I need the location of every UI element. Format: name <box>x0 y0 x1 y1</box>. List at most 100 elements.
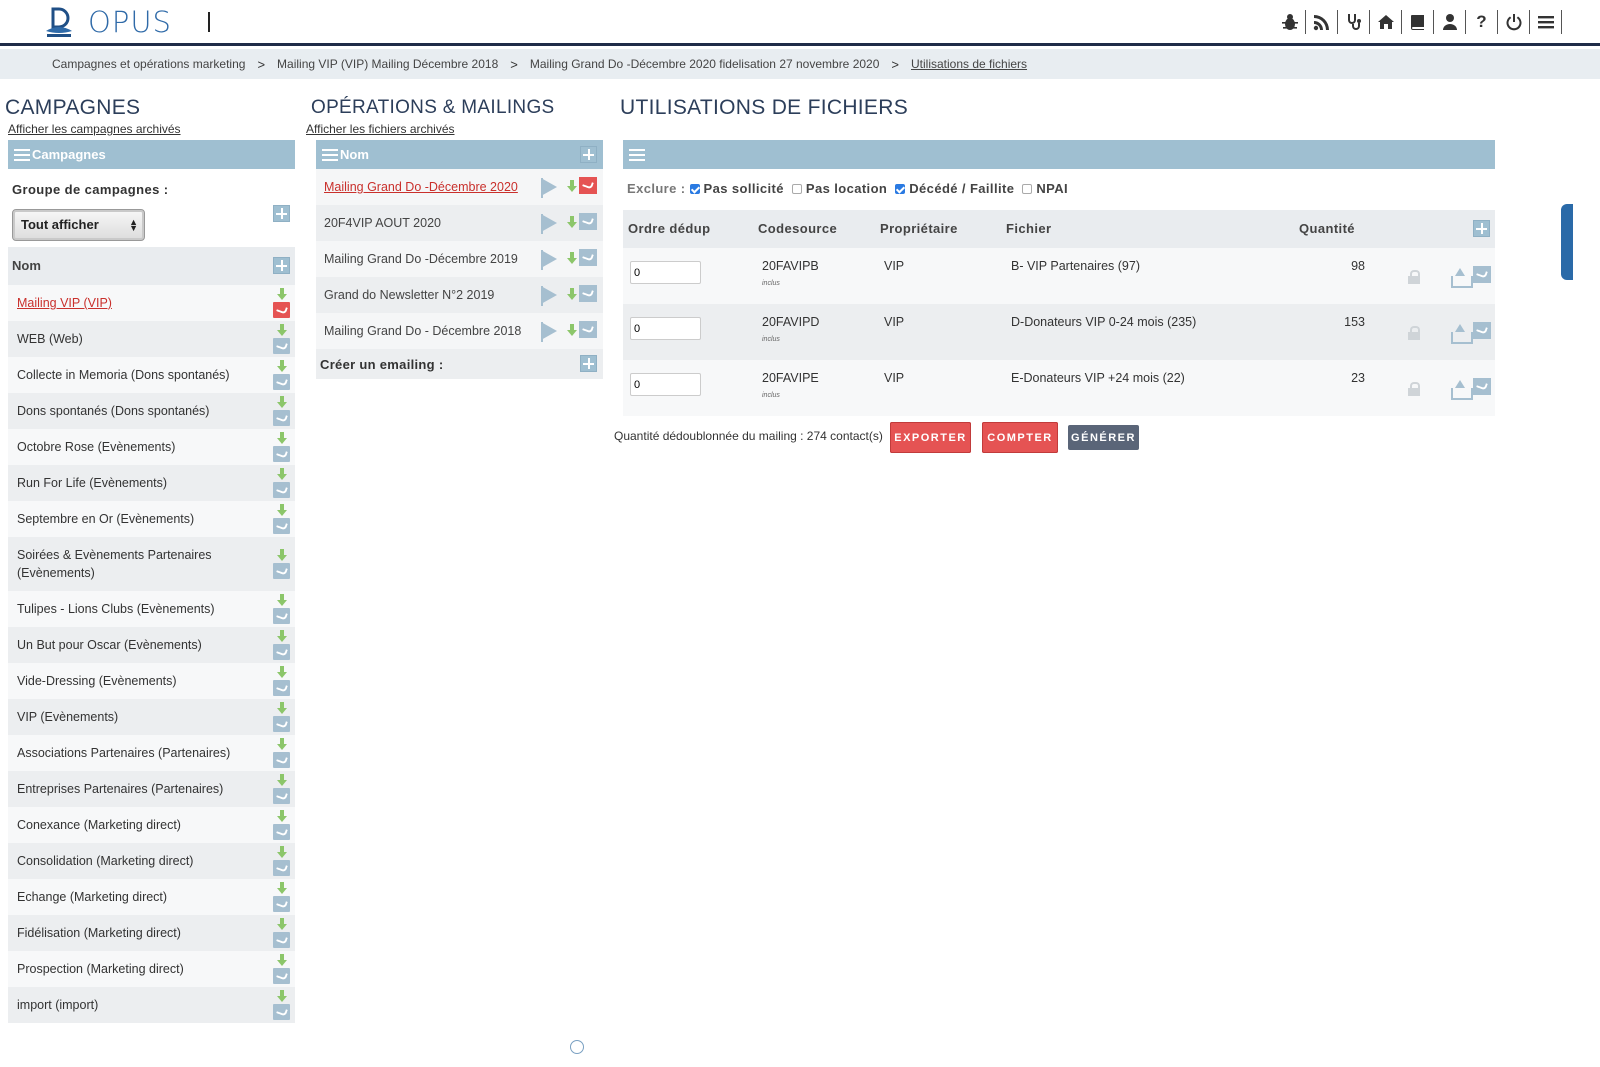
download-arrow-icon[interactable] <box>277 468 287 481</box>
upload-icon[interactable] <box>1451 268 1473 288</box>
download-arrow-icon[interactable] <box>277 324 287 337</box>
return-icon[interactable] <box>579 213 597 230</box>
user-icon[interactable] <box>1434 10 1466 34</box>
operation-label[interactable]: Mailing Grand Do -Décembre 2019 <box>324 252 518 266</box>
campaign-label[interactable]: Un But pour Oscar (Evènements) <box>17 636 247 654</box>
download-arrow-icon[interactable] <box>567 252 577 265</box>
campaign-row[interactable]: Un But pour Oscar (Evènements) <box>8 627 295 663</box>
add-campaign-group-button[interactable] <box>273 205 290 222</box>
campaign-label[interactable]: Soirées & Evènements Partenaires (Evènem… <box>17 546 247 582</box>
return-icon[interactable] <box>273 644 290 660</box>
return-icon[interactable] <box>579 285 597 302</box>
download-arrow-icon[interactable] <box>567 288 577 301</box>
operation-label[interactable]: Mailing Grand Do -Décembre 2020 <box>324 180 518 194</box>
campaign-label[interactable]: WEB (Web) <box>17 330 247 348</box>
operation-row[interactable]: Mailing Grand Do -Décembre 2020 <box>316 169 603 205</box>
return-icon[interactable] <box>273 1004 290 1020</box>
return-icon[interactable] <box>579 321 597 338</box>
return-icon[interactable] <box>273 518 290 534</box>
campaign-group-select[interactable]: Tout afficher ▲ ▼ <box>12 209 145 241</box>
campaign-row[interactable]: Conexance (Marketing direct) <box>8 807 295 843</box>
return-icon[interactable] <box>273 680 290 696</box>
exclude-checkbox-pas-location[interactable] <box>791 183 802 194</box>
return-icon[interactable] <box>273 482 290 498</box>
download-arrow-icon[interactable] <box>277 504 287 517</box>
download-arrow-icon[interactable] <box>567 324 577 337</box>
download-arrow-icon[interactable] <box>277 396 287 409</box>
return-icon[interactable] <box>273 752 290 768</box>
campaign-label[interactable]: Fidélisation (Marketing direct) <box>17 924 247 942</box>
add-campaign-button[interactable] <box>273 257 290 274</box>
campaign-row[interactable]: Dons spontanés (Dons spontanés) <box>8 393 295 429</box>
rss-icon[interactable] <box>1306 10 1338 34</box>
flag-icon[interactable] <box>541 250 557 270</box>
campaign-label[interactable]: Collecte in Memoria (Dons spontanés) <box>17 366 247 384</box>
operation-row[interactable]: Grand do Newsletter N°2 2019 <box>316 277 603 313</box>
lock-icon[interactable] <box>1408 326 1420 340</box>
flag-icon[interactable] <box>541 214 557 234</box>
campaign-row[interactable]: Mailing VIP (VIP) <box>8 285 295 321</box>
add-operation-button[interactable] <box>580 146 597 163</box>
upload-icon[interactable] <box>1451 380 1473 400</box>
campaign-row[interactable]: Octobre Rose (Evènements) <box>8 429 295 465</box>
export-button[interactable]: EXPORTER <box>890 422 971 453</box>
return-icon[interactable] <box>273 302 290 318</box>
campaign-label[interactable]: VIP (Evènements) <box>17 708 247 726</box>
campaign-label[interactable]: Entreprises Partenaires (Partenaires) <box>17 780 247 798</box>
return-icon[interactable] <box>579 249 597 266</box>
download-arrow-icon[interactable] <box>277 432 287 445</box>
campaign-row[interactable]: Entreprises Partenaires (Partenaires) <box>8 771 295 807</box>
book-icon[interactable] <box>1402 10 1434 34</box>
upload-icon[interactable] <box>1451 324 1473 344</box>
lock-icon[interactable] <box>1408 382 1420 396</box>
return-icon[interactable] <box>273 896 290 912</box>
campaign-label[interactable]: Echange (Marketing direct) <box>17 888 247 906</box>
download-arrow-icon[interactable] <box>277 594 287 607</box>
campaign-row[interactable]: Prospection (Marketing direct) <box>8 951 295 987</box>
return-icon[interactable] <box>273 446 290 462</box>
operation-row[interactable]: 20F4VIP AOUT 2020 <box>316 205 603 241</box>
dedup-order-input[interactable]: 0 <box>630 373 701 396</box>
download-arrow-icon[interactable] <box>277 630 287 643</box>
return-icon[interactable] <box>273 968 290 984</box>
download-arrow-icon[interactable] <box>277 954 287 967</box>
download-arrow-icon[interactable] <box>277 810 287 823</box>
breadcrumb-item[interactable]: Mailing VIP (VIP) Mailing Décembre 2018 <box>277 57 498 71</box>
return-icon[interactable] <box>273 374 290 390</box>
campaign-label[interactable]: Vide-Dressing (Evènements) <box>17 672 247 690</box>
return-icon[interactable] <box>1473 322 1491 339</box>
breadcrumb-item[interactable]: Campagnes et opérations marketing <box>52 57 245 71</box>
side-panel-tab[interactable] <box>1561 204 1573 280</box>
lock-icon[interactable] <box>1408 270 1420 284</box>
campaign-row[interactable]: Run For Life (Evènements) <box>8 465 295 501</box>
return-icon[interactable] <box>273 860 290 876</box>
hamburger-icon[interactable] <box>322 148 338 161</box>
exclude-checkbox-pas-sollicite[interactable] <box>689 183 700 194</box>
return-icon[interactable] <box>273 716 290 732</box>
campaign-label[interactable]: Conexance (Marketing direct) <box>17 816 247 834</box>
campaign-row[interactable]: Vide-Dressing (Evènements) <box>8 663 295 699</box>
return-icon[interactable] <box>273 932 290 948</box>
return-icon[interactable] <box>273 338 290 354</box>
campaign-label[interactable]: import (import) <box>17 996 247 1014</box>
download-arrow-icon[interactable] <box>277 738 287 751</box>
return-icon[interactable] <box>1473 378 1491 395</box>
download-arrow-icon[interactable] <box>277 549 287 562</box>
download-arrow-icon[interactable] <box>277 666 287 679</box>
download-arrow-icon[interactable] <box>277 990 287 1003</box>
bug-icon[interactable] <box>1274 10 1306 34</box>
campaign-row[interactable]: Echange (Marketing direct) <box>8 879 295 915</box>
app-logo[interactable]: OPUS <box>44 5 172 39</box>
campaign-row[interactable]: import (import) <box>8 987 295 1023</box>
stethoscope-icon[interactable] <box>1338 10 1370 34</box>
info-icon[interactable] <box>570 1040 584 1054</box>
campaign-label[interactable]: Associations Partenaires (Partenaires) <box>17 744 247 762</box>
return-icon[interactable] <box>273 824 290 840</box>
download-arrow-icon[interactable] <box>567 180 577 193</box>
campaign-row[interactable]: Associations Partenaires (Partenaires) <box>8 735 295 771</box>
show-archived-campaigns-link[interactable]: Afficher les campagnes archivés <box>8 122 181 136</box>
campaign-label[interactable]: Octobre Rose (Evènements) <box>17 438 247 456</box>
exclude-checkbox-npai[interactable] <box>1022 183 1033 194</box>
download-arrow-icon[interactable] <box>277 774 287 787</box>
hamburger-icon[interactable] <box>14 148 30 161</box>
